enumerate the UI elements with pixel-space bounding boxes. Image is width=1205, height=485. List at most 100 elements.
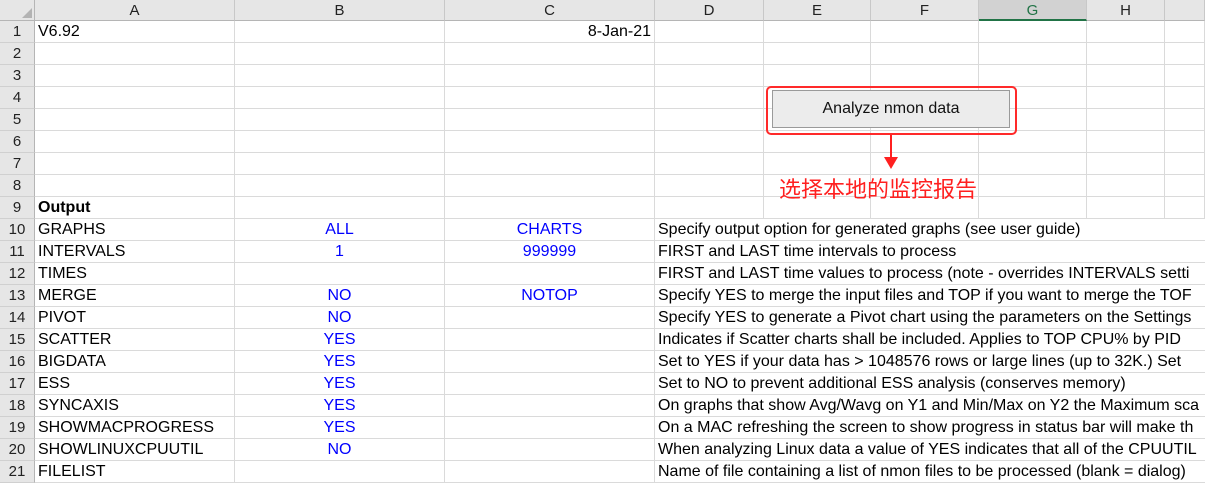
cell-empty[interactable] <box>1165 131 1205 153</box>
cell-empty[interactable] <box>1165 197 1205 219</box>
cell-b-value[interactable]: YES <box>235 373 445 395</box>
row-header[interactable]: 9 <box>0 197 35 219</box>
cell-empty[interactable] <box>1165 65 1205 87</box>
cell-empty[interactable] <box>764 43 871 65</box>
cell-d-description[interactable]: Set to YES if your data has > 1048576 ro… <box>655 351 1205 373</box>
row-header[interactable]: 6 <box>0 131 35 153</box>
cell-empty[interactable] <box>871 21 979 43</box>
cell-a-label[interactable]: BIGDATA <box>35 351 235 373</box>
cell-a-label[interactable] <box>35 109 235 131</box>
cell-a-label[interactable]: SHOWMACPROGRESS <box>35 417 235 439</box>
cell-c-value[interactable] <box>445 351 655 373</box>
cell-empty[interactable] <box>1165 175 1205 197</box>
cell-c-value[interactable] <box>445 109 655 131</box>
cell-b-value[interactable]: YES <box>235 395 445 417</box>
row-header[interactable]: 16 <box>0 351 35 373</box>
cell-c-value[interactable] <box>445 263 655 285</box>
cell-c-value[interactable] <box>445 461 655 483</box>
cell-a-label[interactable]: INTERVALS <box>35 241 235 263</box>
cell-empty[interactable] <box>764 21 871 43</box>
cell-c-value[interactable] <box>445 65 655 87</box>
cell-c-value[interactable] <box>445 417 655 439</box>
cell-empty[interactable] <box>1087 21 1165 43</box>
row-header[interactable]: 17 <box>0 373 35 395</box>
column-header-d[interactable]: D <box>655 0 764 21</box>
row-header[interactable]: 13 <box>0 285 35 307</box>
cell-b-value[interactable] <box>235 153 445 175</box>
cell-empty[interactable] <box>1087 65 1165 87</box>
cell-a-label[interactable]: SYNCAXIS <box>35 395 235 417</box>
cell-empty[interactable] <box>1165 21 1205 43</box>
cell-a-label[interactable] <box>35 131 235 153</box>
cell-d-description[interactable]: Name of file containing a list of nmon f… <box>655 461 1205 483</box>
cell-b-value[interactable]: YES <box>235 417 445 439</box>
cell-d-description[interactable] <box>655 87 764 109</box>
cell-d-description[interactable]: FIRST and LAST time intervals to process <box>655 241 1205 263</box>
cell-a-label[interactable]: MERGE <box>35 285 235 307</box>
cell-b-value[interactable] <box>235 109 445 131</box>
cell-b-value[interactable]: NO <box>235 439 445 461</box>
cell-a-label[interactable] <box>35 87 235 109</box>
cell-d-description[interactable]: When analyzing Linux data a value of YES… <box>655 439 1205 461</box>
cell-c-value[interactable] <box>445 439 655 461</box>
cell-empty[interactable] <box>1087 43 1165 65</box>
cell-b-value[interactable] <box>235 65 445 87</box>
cell-c-value[interactable] <box>445 87 655 109</box>
cell-empty[interactable] <box>979 43 1087 65</box>
cell-a-label[interactable] <box>35 65 235 87</box>
cell-d-description[interactable]: Specify YES to merge the input files and… <box>655 285 1205 307</box>
cell-c-value[interactable] <box>445 197 655 219</box>
row-header[interactable]: 2 <box>0 43 35 65</box>
cell-a-label[interactable]: GRAPHS <box>35 219 235 241</box>
cell-c-value[interactable] <box>445 175 655 197</box>
cell-b-value[interactable]: NO <box>235 285 445 307</box>
cell-d-description[interactable]: On graphs that show Avg/Wavg on Y1 and M… <box>655 395 1205 417</box>
cell-d-description[interactable]: Specify YES to generate a Pivot chart us… <box>655 307 1205 329</box>
column-header-a[interactable]: A <box>35 0 235 21</box>
row-header[interactable]: 14 <box>0 307 35 329</box>
column-header-c[interactable]: C <box>445 0 655 21</box>
cell-a-label[interactable]: Output <box>35 197 235 219</box>
row-header[interactable]: 7 <box>0 153 35 175</box>
cell-empty[interactable] <box>979 197 1087 219</box>
row-header[interactable]: 8 <box>0 175 35 197</box>
cell-b-value[interactable]: ALL <box>235 219 445 241</box>
cell-d-description[interactable] <box>655 109 764 131</box>
row-header[interactable]: 21 <box>0 461 35 483</box>
row-header[interactable]: 20 <box>0 439 35 461</box>
cell-a-label[interactable] <box>35 175 235 197</box>
column-header-f[interactable]: F <box>871 0 979 21</box>
cell-c-value[interactable] <box>445 131 655 153</box>
cell-c-value[interactable] <box>445 307 655 329</box>
cell-empty[interactable] <box>1087 197 1165 219</box>
cell-c-value[interactable]: 8-Jan-21 <box>445 21 655 43</box>
column-header-g[interactable]: G <box>979 0 1087 21</box>
cell-a-label[interactable]: V6.92 <box>35 21 235 43</box>
cell-empty[interactable] <box>1087 131 1165 153</box>
row-header[interactable]: 11 <box>0 241 35 263</box>
cell-empty[interactable] <box>1087 109 1165 131</box>
cell-b-value[interactable] <box>235 43 445 65</box>
row-header[interactable]: 3 <box>0 65 35 87</box>
cell-b-value[interactable] <box>235 263 445 285</box>
cell-c-value[interactable]: CHARTS <box>445 219 655 241</box>
cell-d-description[interactable]: Set to NO to prevent additional ESS anal… <box>655 373 1205 395</box>
cell-a-label[interactable]: PIVOT <box>35 307 235 329</box>
analyze-nmon-data-button[interactable]: Analyze nmon data <box>772 90 1010 128</box>
cell-empty[interactable] <box>979 175 1087 197</box>
cell-empty[interactable] <box>1165 87 1205 109</box>
cell-empty[interactable] <box>1165 43 1205 65</box>
row-header[interactable]: 4 <box>0 87 35 109</box>
cell-empty[interactable] <box>764 65 871 87</box>
cell-b-value[interactable]: NO <box>235 307 445 329</box>
cell-a-label[interactable]: ESS <box>35 373 235 395</box>
cell-empty[interactable] <box>1165 109 1205 131</box>
cell-empty[interactable] <box>1087 175 1165 197</box>
cell-b-value[interactable] <box>235 461 445 483</box>
cell-d-description[interactable] <box>655 175 764 197</box>
column-header-h[interactable]: H <box>1087 0 1165 21</box>
cell-b-value[interactable] <box>235 175 445 197</box>
cell-a-label[interactable]: TIMES <box>35 263 235 285</box>
row-header[interactable]: 19 <box>0 417 35 439</box>
cell-a-label[interactable] <box>35 43 235 65</box>
